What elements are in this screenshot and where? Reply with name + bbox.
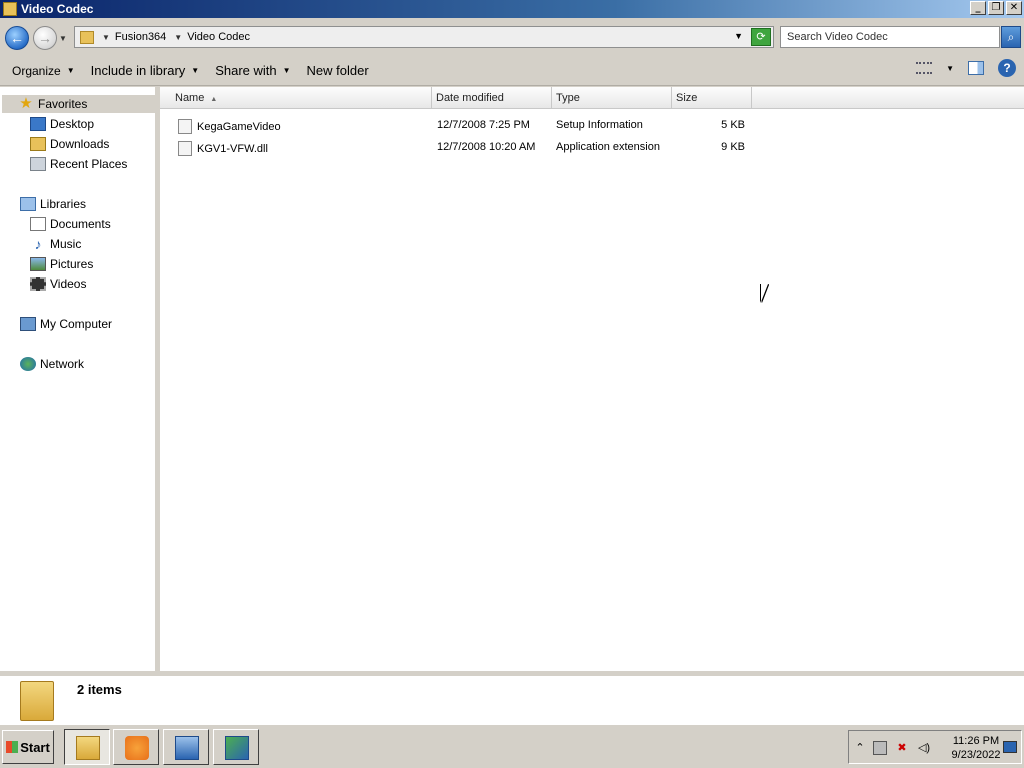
search-button[interactable]: ⌕	[1001, 26, 1021, 48]
column-headers: Name ▲ Date modified Type Size	[160, 87, 1024, 109]
maximize-button[interactable]: ❐	[988, 1, 1004, 15]
taskbar: Start ⌃ ✖ ◁) 11:26 PM 9/23/2022	[0, 724, 1024, 768]
column-date-modified[interactable]: Date modified	[432, 87, 552, 109]
nav-libraries[interactable]: Libraries	[20, 195, 86, 213]
organize-button[interactable]: Organize ▼	[4, 59, 83, 83]
file-type: Application extension	[556, 141, 660, 153]
network-disconnected-icon[interactable]: ✖	[895, 741, 909, 755]
help-icon[interactable]: ?	[998, 59, 1016, 77]
file-size: 5 KB	[721, 119, 745, 131]
window-title: Video Codec	[21, 2, 94, 16]
mouse-cursor-icon	[761, 284, 775, 302]
view-options-dropdown[interactable]: ▼	[946, 64, 954, 73]
column-type[interactable]: Type	[552, 87, 672, 109]
control-panel-icon	[175, 736, 199, 760]
taskbar-control-panel[interactable]	[163, 729, 209, 765]
desktop-icon	[30, 117, 46, 131]
volume-icon[interactable]: ◁)	[917, 741, 931, 755]
refresh-button[interactable]: ⟳	[751, 28, 771, 46]
windows-logo-icon	[6, 741, 19, 753]
clock[interactable]: 11:26 PM 9/23/2022	[947, 734, 1005, 762]
navigation-pane: ★ Favorites Desktop Downloads Recent Pla…	[0, 87, 158, 671]
title-bar: Video Codec _ ❐ ✕	[0, 0, 1024, 18]
breadcrumb-fusion364[interactable]: ▼ Fusion364	[102, 31, 166, 43]
nav-desktop[interactable]: Desktop	[30, 115, 94, 133]
back-button[interactable]: ←	[5, 26, 29, 50]
address-row: ← → ▼ ▼ Fusion364 ▼ Video Codec ▼ ⟳ Search…	[0, 18, 1024, 56]
file-row[interactable]: KegaGameVideo 12/7/2008 7:25 PM Setup In…	[160, 116, 1024, 136]
start-button[interactable]: Start	[2, 730, 54, 764]
file-type: Setup Information	[556, 119, 643, 131]
pictures-icon	[30, 257, 46, 271]
explorer-icon	[76, 736, 100, 760]
folder-icon	[20, 681, 54, 721]
minimize-button[interactable]: _	[970, 1, 986, 15]
remote-desktop-icon	[225, 736, 249, 760]
media-player-icon	[125, 736, 149, 760]
videos-icon	[30, 277, 46, 291]
close-button[interactable]: ✕	[1006, 1, 1022, 15]
details-pane: 2 items	[0, 674, 1024, 724]
network-icon	[20, 357, 36, 371]
change-view-icon[interactable]	[916, 62, 933, 74]
column-name[interactable]: Name ▲	[160, 87, 432, 109]
music-icon: ♪	[34, 236, 42, 252]
file-row[interactable]: KGV1-VFW.dll 12/7/2008 10:20 AM Applicat…	[160, 138, 1024, 158]
system-tray: ⌃ ✖ ◁) 11:26 PM 9/23/2022	[848, 730, 1022, 764]
action-center-icon[interactable]	[873, 741, 887, 755]
breadcrumb-video-codec[interactable]: ▼ Video Codec	[174, 31, 250, 43]
recent-places-icon	[30, 157, 46, 171]
item-count: 2 items	[77, 682, 122, 697]
file-date: 12/7/2008 10:20 AM	[437, 141, 536, 153]
command-bar: Organize ▼ Include in library ▼ Share with…	[0, 56, 1024, 86]
star-icon: ★	[19, 95, 33, 112]
preview-pane-icon[interactable]	[968, 61, 984, 75]
address-bar[interactable]: ▼ Fusion364 ▼ Video Codec ▼ ⟳	[74, 26, 774, 48]
nav-pictures[interactable]: Pictures	[30, 255, 93, 273]
dll-file-icon	[178, 141, 192, 156]
taskbar-media-player[interactable]	[113, 729, 159, 765]
forward-button[interactable]: →	[33, 26, 57, 50]
file-name: KGV1-VFW.dll	[197, 142, 268, 155]
column-size[interactable]: Size	[672, 87, 752, 109]
include-in-library-button[interactable]: Include in library ▼	[83, 59, 208, 83]
show-hidden-icons-icon[interactable]: ⌃	[853, 741, 867, 755]
show-desktop-icon[interactable]	[1003, 741, 1017, 753]
nav-documents[interactable]: Documents	[30, 215, 111, 233]
file-list: Name ▲ Date modified Type Size KegaGameVi…	[160, 87, 1024, 671]
sort-ascending-icon: ▲	[210, 96, 218, 103]
nav-downloads[interactable]: Downloads	[30, 135, 109, 153]
settings-file-icon	[178, 119, 192, 134]
nav-videos[interactable]: Videos	[30, 275, 86, 293]
libraries-icon	[20, 197, 36, 211]
recent-pages-dropdown[interactable]: ▼	[59, 34, 67, 43]
search-input[interactable]: Search Video Codec	[780, 26, 1000, 48]
nav-recent-places[interactable]: Recent Places	[30, 155, 127, 173]
file-name: KegaGameVideo	[197, 120, 281, 133]
computer-icon	[20, 317, 36, 331]
nav-favorites[interactable]: ★ Favorites	[2, 95, 156, 113]
documents-icon	[30, 217, 46, 231]
new-folder-button[interactable]: New folder	[299, 59, 377, 83]
downloads-icon	[30, 137, 46, 151]
file-date: 12/7/2008 7:25 PM	[437, 119, 530, 131]
share-with-button[interactable]: Share with ▼	[207, 59, 298, 83]
folder-icon	[80, 30, 94, 44]
folder-icon	[3, 2, 17, 16]
file-size: 9 KB	[721, 141, 745, 153]
taskbar-remote-desktop[interactable]	[213, 729, 259, 765]
taskbar-explorer[interactable]	[64, 729, 110, 765]
nav-music[interactable]: ♪ Music	[30, 235, 82, 253]
nav-my-computer[interactable]: My Computer	[20, 315, 112, 333]
nav-network[interactable]: Network	[20, 355, 84, 373]
address-dropdown[interactable]: ▼	[734, 31, 743, 41]
